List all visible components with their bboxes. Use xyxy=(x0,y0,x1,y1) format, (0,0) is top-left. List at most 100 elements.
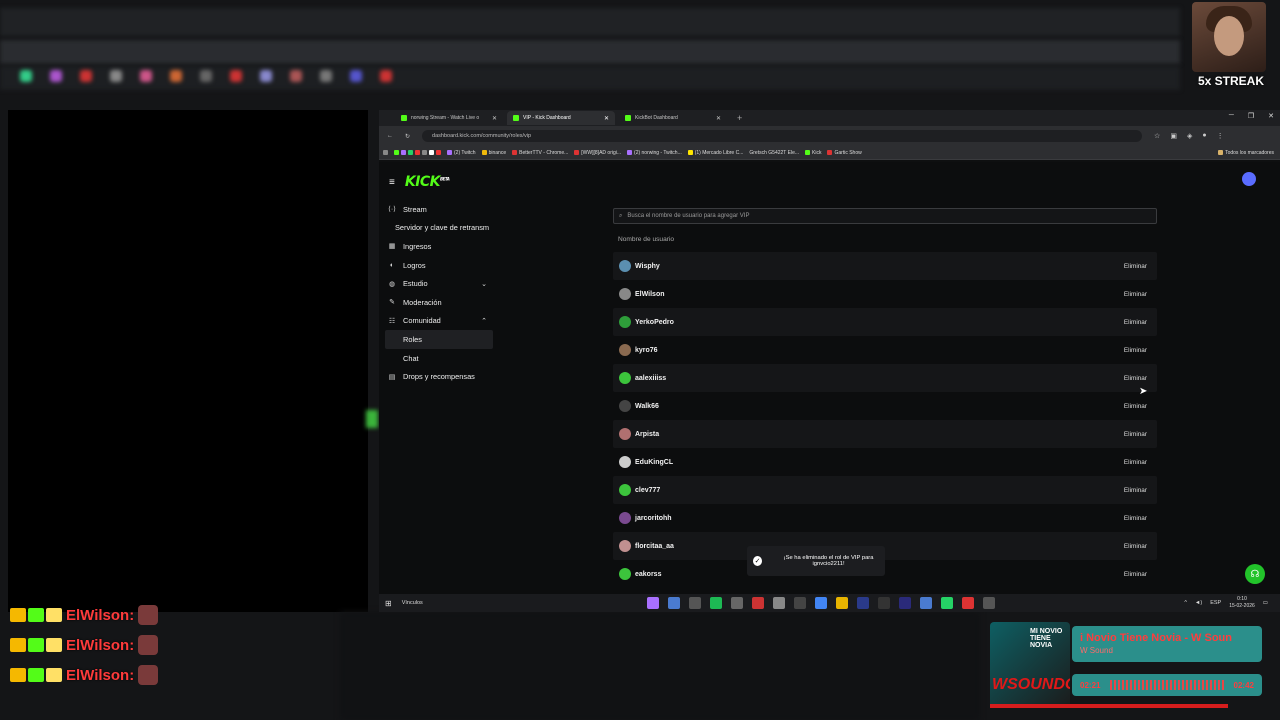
table-row: kyro76 Eliminar xyxy=(613,336,1157,364)
bookmark-item[interactable]: BetterTTV - Chrome... xyxy=(512,150,568,156)
extensions-puzzle-icon[interactable]: ◈ xyxy=(1187,132,1192,140)
tab-kickbot[interactable]: KickBot Dashboard ✕ xyxy=(619,111,727,125)
remove-vip-button[interactable]: Eliminar xyxy=(1124,263,1147,270)
folder-icon[interactable] xyxy=(836,597,848,609)
bookmark-item[interactable]: Kick xyxy=(805,150,821,156)
bookmark-apps-icon[interactable] xyxy=(383,150,388,155)
sidebar-item-comunidad[interactable]: ☷ Comunidad ⌃ xyxy=(385,312,493,331)
bookmark-item[interactable]: Gretsch G5422T Ele... xyxy=(749,150,799,156)
remove-vip-button[interactable]: Eliminar xyxy=(1124,291,1147,298)
username[interactable]: aalexiiiss xyxy=(635,375,666,382)
bookmark-item[interactable]: binance xyxy=(481,150,506,156)
sidebar-item-logros[interactable]: ◐ Logros xyxy=(385,256,493,275)
search-input[interactable]: ⌕ Busca el nombre de usuario para agrega… xyxy=(613,208,1157,224)
chevron-up-icon[interactable]: ^ xyxy=(1184,600,1187,606)
star-icon[interactable]: ☆ xyxy=(1154,132,1160,140)
taskbar-links-label[interactable]: Vínculos xyxy=(402,600,423,606)
bookmark-item[interactable]: [WW][8]AD origi... xyxy=(574,150,621,156)
remove-vip-button[interactable]: Eliminar xyxy=(1124,515,1147,522)
extension-icon[interactable]: ▣ xyxy=(1170,132,1177,140)
sidebar-item-chat[interactable]: Chat xyxy=(385,349,493,368)
back-icon[interactable]: ← xyxy=(387,133,393,139)
chrome-icon[interactable] xyxy=(815,597,827,609)
chevron-up-icon[interactable]: ⌃ xyxy=(481,317,487,325)
profile-icon[interactable]: ● xyxy=(1202,132,1206,140)
notification-icon[interactable]: ▭ xyxy=(1263,600,1268,606)
username[interactable]: eakorss xyxy=(635,571,661,578)
app-icon[interactable] xyxy=(647,597,659,609)
remove-vip-button[interactable]: Eliminar xyxy=(1124,459,1147,466)
user-avatar xyxy=(619,260,631,272)
close-icon[interactable]: ✕ xyxy=(604,115,609,122)
remove-vip-button[interactable]: Eliminar xyxy=(1124,543,1147,550)
remove-vip-button[interactable]: Eliminar xyxy=(1124,487,1147,494)
windows-start-icon[interactable]: ⊞ xyxy=(385,599,392,608)
kebab-menu-icon[interactable]: ⋮ xyxy=(1217,132,1224,140)
app-icon[interactable] xyxy=(773,597,785,609)
reload-icon[interactable]: ↻ xyxy=(405,133,410,140)
spotify-icon[interactable] xyxy=(710,597,722,609)
remove-vip-button[interactable]: Eliminar xyxy=(1124,403,1147,410)
username[interactable]: jarcoritohh xyxy=(635,515,672,522)
sidebar-item-roles[interactable]: Roles xyxy=(385,330,493,349)
tab-stream[interactable]: norwing Stream - Watch Live o ✕ xyxy=(395,111,503,125)
app-icon[interactable] xyxy=(752,597,764,609)
blurred-icons xyxy=(20,70,1170,86)
remove-vip-button[interactable]: Eliminar xyxy=(1124,347,1147,354)
user-avatar xyxy=(619,288,631,300)
remove-vip-button[interactable]: Eliminar xyxy=(1124,319,1147,326)
bookmark-item[interactable]: (2) norwing - Twitch... xyxy=(627,150,682,156)
username[interactable]: florcitaa_aa xyxy=(635,543,674,550)
sidebar-item-ingresos[interactable]: ▦ Ingresos xyxy=(385,237,493,256)
close-icon[interactable]: ✕ xyxy=(716,115,721,122)
url-field[interactable]: dashboard.kick.com/community/roles/vip xyxy=(422,130,1143,142)
maximize-icon[interactable]: ❐ xyxy=(1248,112,1254,120)
app-icon[interactable] xyxy=(962,597,974,609)
username[interactable]: EduKingCL xyxy=(635,459,673,466)
close-icon[interactable]: ✕ xyxy=(492,115,497,122)
webcam-face xyxy=(1214,16,1244,56)
sidebar-item-moderacion[interactable]: ✎ Moderación xyxy=(385,293,493,312)
language-indicator[interactable]: ESP xyxy=(1210,600,1221,606)
remove-vip-button[interactable]: Eliminar xyxy=(1124,375,1147,382)
sidebar-item-drops[interactable]: ▤ Drops y recompensas xyxy=(385,367,493,386)
username[interactable]: Arpista xyxy=(635,431,659,438)
whatsapp-icon[interactable] xyxy=(941,597,953,609)
username[interactable]: ElWilson xyxy=(635,291,665,298)
app-icon[interactable] xyxy=(857,597,869,609)
kick-logo[interactable]: KICKBETA xyxy=(405,174,450,190)
bookmark-item[interactable]: (2) Twitch xyxy=(447,150,476,156)
app-icon[interactable] xyxy=(920,597,932,609)
app-icon[interactable] xyxy=(731,597,743,609)
username[interactable]: Wisphy xyxy=(635,263,660,270)
tab-vip-dashboard[interactable]: VIP - Kick Dashboard ✕ xyxy=(507,111,615,125)
all-bookmarks[interactable]: Todos los marcadores xyxy=(1218,150,1280,156)
hamburger-menu-icon[interactable]: ≡ xyxy=(389,177,395,188)
bookmark-item[interactable]: Gartic Show xyxy=(827,150,862,156)
app-icon[interactable] xyxy=(899,597,911,609)
username[interactable]: kyro76 xyxy=(635,347,658,354)
bookmark-item[interactable]: (1) Mercado Libre C... xyxy=(687,150,743,156)
new-tab-icon[interactable]: + xyxy=(737,113,742,123)
close-window-icon[interactable]: ✕ xyxy=(1268,112,1274,120)
app-icon[interactable] xyxy=(668,597,680,609)
remove-vip-button[interactable]: Eliminar xyxy=(1124,431,1147,438)
remove-vip-button[interactable]: Eliminar xyxy=(1124,571,1147,578)
minimize-icon[interactable]: ─ xyxy=(1229,112,1234,120)
app-icon[interactable] xyxy=(878,597,890,609)
sidebar-item-estudio[interactable]: ◍ Estudio ⌄ xyxy=(385,274,493,293)
clock[interactable]: 0:10 15-02-2026 xyxy=(1229,596,1255,610)
sidebar-item-servidor[interactable]: Servidor y clave de retransm xyxy=(385,219,493,238)
avatar[interactable] xyxy=(1242,172,1256,186)
volume-icon[interactable]: ◄) xyxy=(1195,600,1202,606)
chevron-down-icon[interactable]: ⌄ xyxy=(481,280,487,288)
sidebar-item-stream[interactable]: ⟨·⟩ Stream xyxy=(385,200,493,219)
help-chat-button[interactable]: ☊ xyxy=(1245,564,1265,584)
username[interactable]: YerkoPedro xyxy=(635,319,674,326)
username[interactable]: Walk66 xyxy=(635,403,659,410)
obs-icon[interactable] xyxy=(983,597,995,609)
app-icon[interactable] xyxy=(689,597,701,609)
username[interactable]: clev777 xyxy=(635,487,660,494)
app-icon[interactable] xyxy=(794,597,806,609)
bookmark-icons[interactable] xyxy=(394,150,441,155)
